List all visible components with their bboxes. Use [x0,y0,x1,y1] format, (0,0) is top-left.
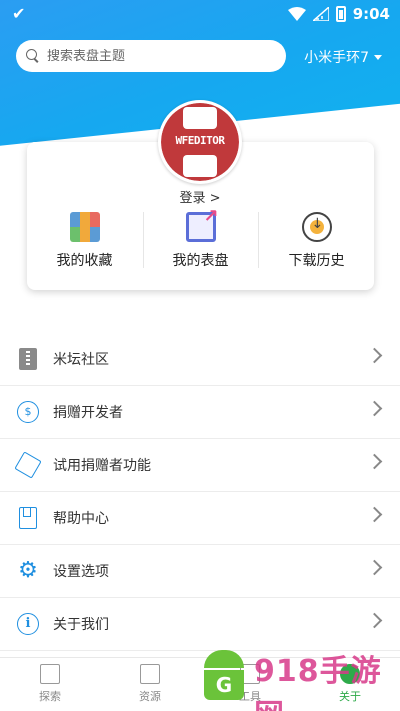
menu-item-help[interactable]: 帮助中心 [0,492,400,545]
avatar-logo-text: WFEDITOR [163,131,237,151]
tab-tools[interactable]: 工具 [210,664,290,704]
menu-item-label: 米坛社区 [53,352,109,368]
shortcut-my-dials[interactable]: 我的表盘 [143,206,258,270]
tab-label: 工具 [239,690,261,703]
chevron-right-icon [366,400,383,417]
menu-item-settings[interactable]: ⚙ 设置选项 [0,545,400,598]
search-input[interactable] [47,48,267,64]
avatar[interactable]: WFEDITOR [158,100,242,184]
search-icon [26,49,40,63]
tab-label: 探索 [39,690,61,703]
resources-icon [140,664,160,684]
menu-item-label: 设置选项 [53,564,109,580]
shortcut-favorites[interactable]: 我的收藏 [27,212,142,270]
wifi-icon [287,7,306,21]
download-history-icon [301,212,332,242]
help-book-icon [16,506,40,530]
info-icon: i [16,612,40,636]
chevron-right-icon [366,612,383,629]
menu-item-donate[interactable]: $ 捐赠开发者 [0,386,400,439]
explore-icon [40,664,60,684]
menu-list: 米坛社区 $ 捐赠开发者 试用捐赠者功能 帮助中心 ⚙ 设置选项 i 关于我们 [0,333,400,651]
chevron-right-icon [366,506,383,523]
status-time: 9:04 [352,5,390,23]
login-link[interactable]: 登录 > [0,187,400,206]
trial-features-icon [14,451,42,479]
menu-item-about-us[interactable]: i 关于我们 [0,598,400,651]
watch-band-icon [183,155,217,177]
menu-item-label: 帮助中心 [53,511,109,527]
tab-explore[interactable]: 探索 [10,664,90,704]
shortcut-label: 我的收藏 [56,253,113,269]
chevron-right-icon [366,347,383,364]
menu-item-label: 试用捐赠者功能 [53,458,151,474]
device-selector-label: 小米手环7 [304,50,369,66]
device-selector[interactable]: 小米手环7 [304,47,382,67]
tab-resources[interactable]: 资源 [110,664,190,704]
about-icon [340,664,360,684]
status-bar: ✔ 9:04 [0,0,400,28]
caret-down-icon [374,54,382,60]
donate-icon: $ [16,400,40,424]
watch-band-icon [183,107,217,129]
shortcut-label: 下载历史 [288,253,345,269]
search-bar[interactable] [16,40,286,72]
shortcut-label: 我的表盘 [172,253,229,269]
chevron-right-icon [366,453,383,470]
tab-label: 资源 [139,690,161,703]
avatar-logo: WFEDITOR [161,103,239,181]
battery-icon [335,6,346,22]
check-icon: ✔ [12,4,26,23]
signal-icon [312,7,329,21]
shortcut-download-history[interactable]: 下载历史 [259,212,374,270]
menu-item-community[interactable]: 米坛社区 [0,333,400,386]
community-icon [16,347,40,371]
menu-item-label: 捐赠开发者 [53,405,123,421]
chevron-right-icon [366,559,383,576]
settings-gear-icon: ⚙ [18,558,38,583]
bottom-tab-bar: 探索 资源 工具 关于 [0,657,400,711]
favorites-icon [69,212,100,242]
tools-icon [240,664,260,684]
my-dials-icon [185,206,219,242]
tab-about[interactable]: 关于 [310,664,390,704]
menu-item-label: 关于我们 [53,617,109,633]
menu-item-trial-features[interactable]: 试用捐赠者功能 [0,439,400,492]
tab-label: 关于 [339,690,361,703]
